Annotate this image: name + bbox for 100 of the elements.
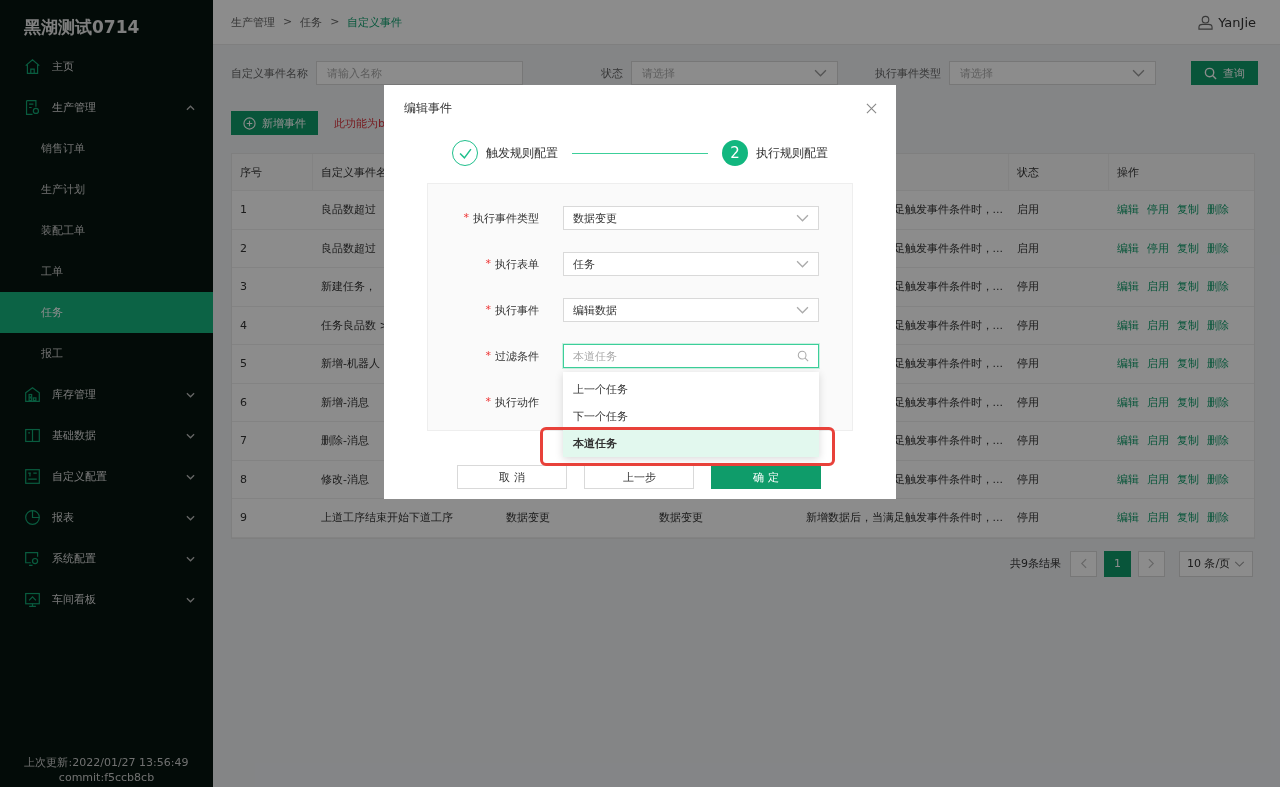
house-boxes-icon [24, 386, 41, 403]
required-mark: * [485, 302, 491, 318]
required-mark: * [485, 394, 491, 410]
row-action-link[interactable]: 启用 [1147, 510, 1169, 526]
row-action-link[interactable]: 启用 [1147, 394, 1169, 410]
dialog-button[interactable]: 上一步 [584, 465, 694, 489]
row-action-link[interactable]: 启用 [1147, 356, 1169, 372]
nav-item[interactable]: 车间看板 [0, 579, 213, 620]
column-header: 操作 [1116, 164, 1140, 181]
breadcrumb-item[interactable]: 任务 [300, 14, 323, 30]
nav-subitem[interactable]: 生产计划 [0, 169, 213, 210]
breadcrumb-item[interactable]: 自定义事件 [347, 14, 403, 30]
close-icon[interactable] [866, 102, 877, 114]
row-action-link[interactable]: 删除 [1207, 510, 1229, 526]
breadcrumb-item[interactable]: 生产管理 [231, 14, 275, 30]
row-action-link[interactable]: 删除 [1207, 240, 1229, 256]
table-cell: 停用 [1017, 471, 1039, 487]
table-cell: 3 [240, 280, 247, 294]
search-icon [797, 350, 809, 362]
table-cell: 1 [240, 203, 247, 217]
version-info: commit:f5ccb8cb [57, 770, 156, 785]
row-action-link[interactable]: 编辑 [1117, 471, 1139, 487]
row-action-link[interactable]: 编辑 [1117, 433, 1139, 449]
row-action-link[interactable]: 编辑 [1117, 510, 1139, 526]
select-field[interactable]: 编辑数据 [563, 298, 819, 322]
next-page-button[interactable] [1138, 550, 1165, 577]
row-action-link[interactable]: 复制 [1177, 471, 1199, 487]
row-action-link[interactable]: 复制 [1177, 356, 1199, 372]
nav-item[interactable]: 基础数据 [0, 415, 213, 456]
select-field[interactable]: 数据变更 [563, 206, 819, 230]
select-field[interactable]: 任务 [563, 252, 819, 276]
dropdown-option[interactable]: 上一个任务 [563, 376, 819, 403]
table-cell: 新增数据后，当满足触发事件条件时，... [805, 510, 1003, 526]
row-action-link[interactable]: 编辑 [1117, 202, 1139, 218]
row-action-link[interactable]: 编辑 [1117, 279, 1139, 295]
nav-item[interactable]: 系统配置 [0, 538, 213, 579]
row-action-link[interactable]: 删除 [1207, 471, 1229, 487]
row-action-link[interactable]: 复制 [1177, 510, 1199, 526]
search-select-field[interactable]: 本道任务 [563, 344, 819, 368]
table-cell: 修改-消息 [321, 471, 369, 487]
dropdown-option[interactable]: 本道任务 [563, 430, 819, 457]
row-action-link[interactable]: 复制 [1177, 279, 1199, 295]
nav-item[interactable]: 库存管理 [0, 374, 213, 415]
row-action-link[interactable]: 删除 [1207, 202, 1229, 218]
nav-item[interactable]: 自定义配置 [0, 456, 213, 497]
row-action-link[interactable]: 复制 [1177, 317, 1199, 333]
search-icon [1204, 66, 1217, 80]
dialog-button[interactable]: 取 消 [457, 465, 567, 489]
row-action-link[interactable]: 启用 [1147, 317, 1169, 333]
nav-subitem[interactable]: 任务 [0, 292, 213, 333]
confirm-button[interactable]: 确 定 [711, 465, 821, 489]
row-action-link[interactable]: 停用 [1147, 202, 1169, 218]
nav-item[interactable]: 主页 [0, 46, 213, 87]
nav-item[interactable]: 报表 [0, 497, 213, 538]
row-action-link[interactable]: 删除 [1207, 394, 1229, 410]
version-info: 上次更新:2022/01/27 13:56:49 [23, 755, 190, 770]
row-action-link[interactable]: 启用 [1147, 433, 1169, 449]
table-cell: 启用 [1017, 202, 1039, 218]
home-icon [24, 58, 41, 75]
row-action-link[interactable]: 启用 [1147, 471, 1169, 487]
breadcrumb-item: > [330, 14, 340, 30]
table-cell: 数据变更 [659, 510, 703, 526]
table-cell: 停用 [1017, 317, 1039, 333]
required-mark: * [485, 348, 491, 364]
row-action-link[interactable]: 复制 [1177, 433, 1199, 449]
nav-subitem[interactable]: 报工 [0, 333, 213, 374]
row-action-link[interactable]: 删除 [1207, 279, 1229, 295]
add-event-button[interactable]: 新增事件 [231, 111, 318, 135]
row-action-link[interactable]: 删除 [1207, 356, 1229, 372]
search-button[interactable]: 查询 [1191, 61, 1258, 85]
nav-item[interactable]: 生产管理 [0, 87, 213, 128]
table-cell: 停用 [1017, 279, 1039, 295]
row-action-link[interactable]: 编辑 [1117, 356, 1139, 372]
row-action-link[interactable]: 复制 [1177, 240, 1199, 256]
table-cell: 停用 [1017, 356, 1039, 372]
column-header: 状态 [1009, 154, 1109, 190]
row-action-link[interactable]: 编辑 [1117, 317, 1139, 333]
previous-page-button[interactable] [1070, 550, 1097, 577]
table-cell: 停用 [1017, 433, 1039, 449]
row-action-link[interactable]: 编辑 [1117, 394, 1139, 410]
row-action-link[interactable]: 复制 [1177, 394, 1199, 410]
row-action-link[interactable]: 删除 [1207, 433, 1229, 449]
row-action-link[interactable]: 启用 [1147, 279, 1169, 295]
dropdown-option[interactable]: 下一个任务 [563, 403, 819, 430]
table-cell: 停用 [1017, 510, 1039, 526]
table-cell: 启用 [1017, 240, 1039, 256]
table-cell: 2 [240, 241, 247, 255]
row-action-link[interactable]: 复制 [1177, 202, 1199, 218]
user-name[interactable]: YanJie [1218, 14, 1256, 30]
chevron-down-icon [796, 306, 809, 314]
row-action-link[interactable]: 编辑 [1117, 240, 1139, 256]
row-action-link[interactable]: 删除 [1207, 317, 1229, 333]
table-cell: 新增-消息 [321, 394, 369, 410]
nav-subitem[interactable]: 装配工单 [0, 210, 213, 251]
column-header: 序号 [232, 154, 313, 190]
nav-subitem[interactable]: 销售订单 [0, 128, 213, 169]
row-action-link[interactable]: 停用 [1147, 240, 1169, 256]
nav-subitem[interactable]: 工单 [0, 251, 213, 292]
page-button[interactable]: 1 [1104, 550, 1131, 577]
page-size-select[interactable]: 10 条/页 [1179, 550, 1253, 577]
